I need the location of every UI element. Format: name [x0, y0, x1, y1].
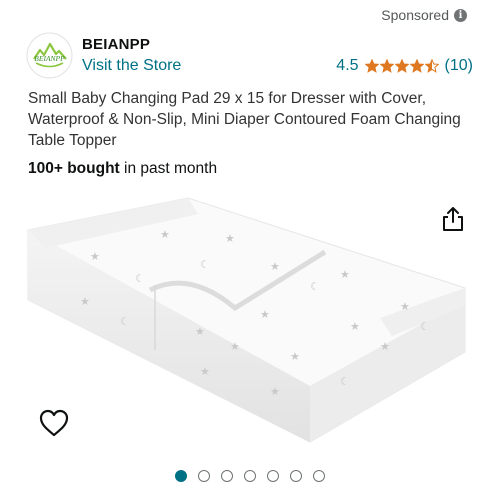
- star-icon: [379, 59, 394, 73]
- carousel-dot[interactable]: [175, 470, 187, 482]
- review-count[interactable]: (10): [445, 57, 473, 75]
- rating-row[interactable]: 4.5 (10): [336, 57, 473, 75]
- heart-icon[interactable]: [38, 408, 70, 438]
- star-icon: [364, 59, 379, 73]
- svg-text:★: ★: [340, 268, 350, 281]
- info-icon[interactable]: i: [454, 8, 467, 22]
- svg-text:★: ★: [160, 228, 170, 241]
- svg-text:★: ★: [400, 300, 410, 313]
- share-icon[interactable]: [440, 205, 466, 233]
- visit-store-link[interactable]: Visit the Store: [82, 57, 181, 75]
- carousel-dot[interactable]: [198, 470, 210, 482]
- svg-text:★: ★: [90, 250, 100, 263]
- star-icon: [409, 59, 424, 73]
- svg-text:☾: ☾: [200, 258, 210, 271]
- carousel-dot[interactable]: [221, 470, 233, 482]
- star-icon: [394, 59, 409, 73]
- product-image[interactable]: ★ ★ ★ ★ ★ ★ ☾ ☾ ☾ ★ ★ ☾ ★ ★ ★ ★ ☾ ★ ★ ☾ ★: [20, 190, 480, 455]
- star-icon: [424, 59, 439, 73]
- svg-text:★: ★: [270, 385, 280, 398]
- svg-text:★: ★: [200, 365, 210, 378]
- svg-text:★: ★: [230, 340, 240, 353]
- svg-text:★: ★: [195, 325, 205, 338]
- svg-text:★: ★: [225, 232, 235, 245]
- brand-logo[interactable]: BEIANPP: [26, 32, 73, 79]
- bought-count: 100+ bought: [28, 160, 120, 177]
- svg-text:★: ★: [290, 350, 300, 363]
- svg-text:☾: ☾: [310, 280, 320, 293]
- rating-stars: [364, 59, 439, 73]
- carousel-dot[interactable]: [290, 470, 302, 482]
- svg-text:☾: ☾: [135, 272, 145, 285]
- svg-text:★: ★: [260, 308, 270, 321]
- svg-text:☾: ☾: [340, 375, 350, 388]
- svg-text:☾: ☾: [120, 315, 130, 328]
- svg-text:★: ★: [80, 295, 90, 308]
- carousel-dot[interactable]: [244, 470, 256, 482]
- sponsored-row[interactable]: Sponsored i: [381, 7, 467, 23]
- brand-name: BEIANPP: [82, 36, 151, 53]
- bought-info: 100+ bought in past month: [28, 160, 217, 178]
- bought-period: in past month: [119, 160, 218, 177]
- brand-logo-text: BEIANPP: [34, 54, 65, 63]
- svg-text:★: ★: [350, 320, 360, 333]
- carousel-dots: [0, 470, 500, 482]
- carousel-dot[interactable]: [313, 470, 325, 482]
- sponsored-label: Sponsored: [381, 7, 449, 23]
- svg-text:★: ★: [270, 260, 280, 273]
- svg-text:☾: ☾: [420, 320, 430, 333]
- carousel-dot[interactable]: [267, 470, 279, 482]
- svg-text:★: ★: [380, 340, 390, 353]
- product-title: Small Baby Changing Pad 29 x 15 for Dres…: [28, 90, 461, 149]
- rating-value: 4.5: [336, 57, 359, 74]
